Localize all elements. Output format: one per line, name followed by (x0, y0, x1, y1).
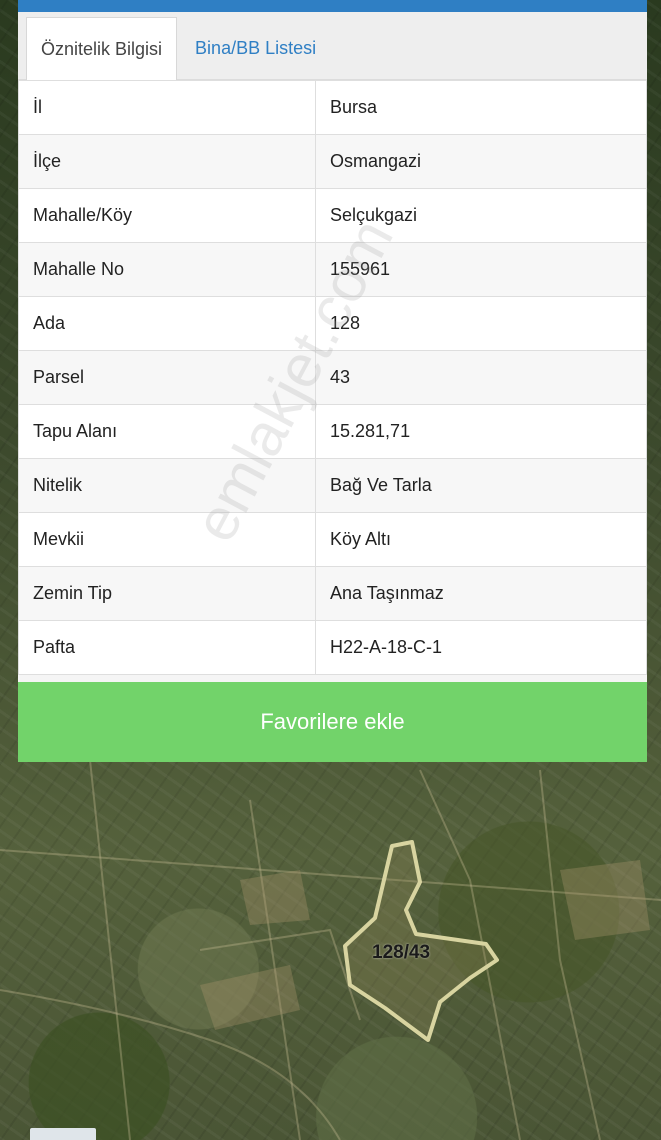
table-row: Mahalle/Köy Selçukgazi (18, 188, 647, 243)
table-row: Mahalle No 155961 (18, 242, 647, 297)
table-row: İl Bursa (18, 80, 647, 135)
attribute-value: Bursa (315, 80, 647, 135)
table-row: Zemin Tip Ana Taşınmaz (18, 566, 647, 621)
attribute-value: 15.281,71 (315, 404, 647, 459)
attribute-value: H22-A-18-C-1 (315, 620, 647, 675)
add-to-favorites-button[interactable]: Favorilere ekle (18, 682, 647, 762)
attribute-label: İlçe (18, 134, 316, 189)
attribute-label: Nitelik (18, 458, 316, 513)
attribute-label: İl (18, 80, 316, 135)
attribute-label: Tapu Alanı (18, 404, 316, 459)
table-row: Pafta H22-A-18-C-1 (18, 620, 647, 675)
attribute-value: Osmangazi (315, 134, 647, 189)
attribute-label: Zemin Tip (18, 566, 316, 621)
attribute-table: İl Bursa İlçe Osmangazi Mahalle/Köy Selçukgaz… (18, 80, 647, 675)
attribute-label: Mevkii (18, 512, 316, 567)
table-row: Mevkii Köy Altı (18, 512, 647, 567)
tab-bar: Öznitelik Bilgisi Bina/BB Listesi (18, 12, 647, 80)
attribute-label: Mahalle No (18, 242, 316, 297)
attribute-label: Mahalle/Köy (18, 188, 316, 243)
attribute-label: Ada (18, 296, 316, 351)
attribute-label: Pafta (18, 620, 316, 675)
attribute-value: 128 (315, 296, 647, 351)
table-row: Parsel 43 (18, 350, 647, 405)
table-row: İlçe Osmangazi (18, 134, 647, 189)
table-row: Tapu Alanı 15.281,71 (18, 404, 647, 459)
attribute-value: Bağ Ve Tarla (315, 458, 647, 513)
header-bar (18, 0, 647, 12)
tab-building-list[interactable]: Bina/BB Listesi (177, 17, 330, 79)
attribute-value: Köy Altı (315, 512, 647, 567)
table-row: Nitelik Bağ Ve Tarla (18, 458, 647, 513)
table-row: Ada 128 (18, 296, 647, 351)
tab-attribute-info[interactable]: Öznitelik Bilgisi (26, 17, 178, 80)
attribute-value: 43 (315, 350, 647, 405)
attribute-panel: Öznitelik Bilgisi Bina/BB Listesi İl Burs… (18, 12, 647, 762)
parcel-label: 128/43 (372, 942, 431, 963)
attribute-label: Parsel (18, 350, 316, 405)
map-badge (30, 1128, 96, 1140)
attribute-value: Ana Taşınmaz (315, 566, 647, 621)
attribute-value: Selçukgazi (315, 188, 647, 243)
attribute-value: 155961 (315, 242, 647, 297)
